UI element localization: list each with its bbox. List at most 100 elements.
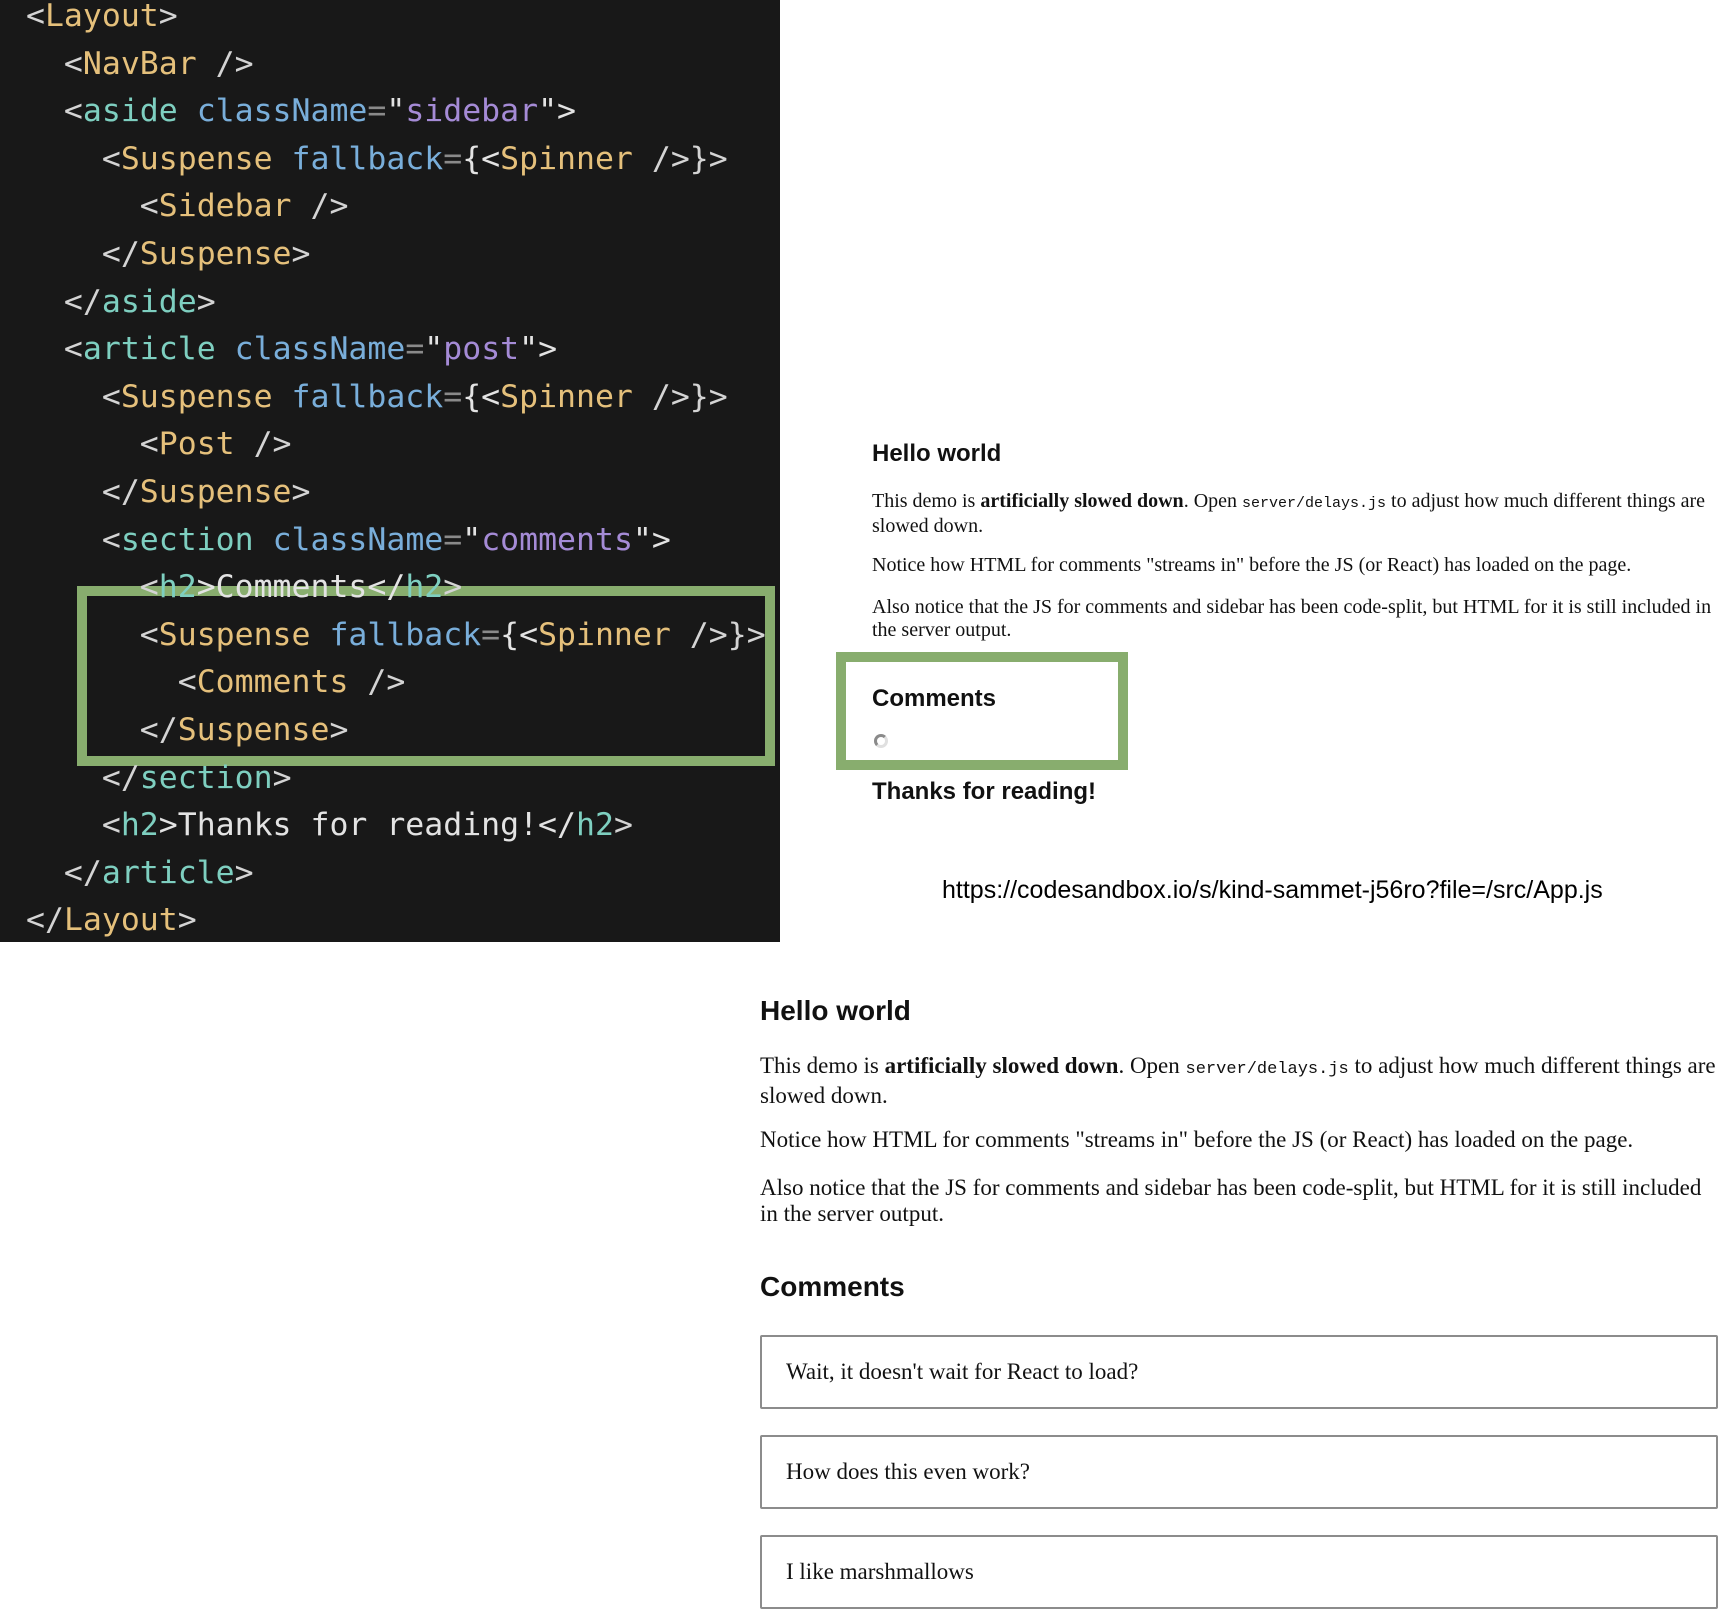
code-token: < [26,616,159,653]
code-token: > [329,712,349,748]
intro-paragraph: This demo is artificially slowed down. O… [872,490,1706,537]
code-token: = [443,378,463,415]
code-token: = [443,140,463,177]
code-token: />}> [632,140,728,177]
code-token: Suspense [120,140,273,177]
code-line: </section> [26,754,292,802]
also-paragraph: Also notice that the JS for comments and… [760,1175,1702,1226]
code-line: </Suspense> [26,706,349,754]
code-token: Suspense [139,474,292,510]
code-token: Layout [44,0,159,34]
code-token: " [424,331,444,368]
spinner-icon [874,734,888,748]
code-token: /> [348,664,406,701]
comment-card: Wait, it doesn't wait for React to load? [760,1335,1718,1409]
code-token: </ [26,283,102,320]
code-token: Post [158,426,235,463]
code-token: = [367,93,387,130]
code-token: Suspense [177,712,330,748]
code-line: <Suspense fallback={<Spinner />}> [26,135,728,183]
notice-paragraph: Notice how HTML for comments "streams in… [760,1127,1634,1152]
also-paragraph: Also notice that the JS for comments and… [872,596,1712,641]
code-line: <Comments /> [26,658,406,706]
code-token: </ [26,712,178,748]
code-token: Spinner [538,616,671,653]
code-token: h2 [158,569,197,606]
code-token: Suspense [120,378,273,415]
code-token: = [405,331,425,368]
code-token: NavBar [82,45,197,82]
page-title: Hello world [760,995,911,1026]
code-token: section [120,521,254,558]
page-title: Hello world [872,440,1002,467]
code-token: h2 [576,807,614,844]
code-token: < [26,331,83,368]
code-token: post [443,331,520,368]
code-token: > [613,807,633,844]
code-token: > [177,902,197,939]
code-token: fallback [291,140,444,177]
code-token: </ [26,474,140,510]
code-token: </ [26,854,102,891]
code-line: <Layout> [26,0,178,40]
code-line: <h2>Comments</h2> [26,563,462,611]
code-token: className [234,331,406,368]
code-token: < [26,426,159,463]
code-token: </ [26,236,140,272]
code-token: {< [500,616,539,653]
code-token: fallback [291,378,444,415]
code-token: >Thanks for reading!</ [158,807,576,844]
code-token: sidebar [405,93,539,130]
code-token: "> [519,331,558,368]
comments-heading: Comments [760,1271,905,1302]
code-line: </Suspense> [26,230,311,278]
code-token: < [26,664,197,701]
code-token: " [386,93,406,130]
code-line: <aside className="sidebar"> [26,87,576,135]
code-token: h2 [120,807,159,844]
code-token: aside [101,283,197,320]
code-token: < [26,0,45,34]
code-token: </ [26,902,64,939]
thanks-section: Thanks for reading! [872,778,1096,806]
thanks-heading: Thanks for reading! [872,778,1097,805]
code-token: < [26,45,83,82]
code-token: /> [234,426,292,463]
code-token: </ [26,759,140,796]
code-token: /> [196,45,254,82]
code-token: > [443,569,463,606]
code-token: aside [82,93,178,130]
code-token: Layout [63,902,178,939]
code-token: Suspense [139,236,292,272]
code-token: >Comments</ [196,569,406,606]
code-token: {< [462,140,501,177]
codesandbox-url[interactable]: https://codesandbox.io/s/kind-sammet-j56… [942,876,1603,905]
code-token: h2 [405,569,444,606]
code-token: " [462,521,482,558]
code-token: > [291,236,311,272]
code-token: < [26,378,121,415]
notice-paragraph: Notice how HTML for comments "streams in… [872,554,1632,576]
code-line: <Suspense fallback={<Spinner />}> [26,611,766,659]
code-token: > [272,759,292,796]
code-token: comments [481,521,633,558]
comments-loading-section: Comments [872,685,996,713]
code-token: > [158,0,178,34]
code-line: <h2>Thanks for reading!</h2> [26,801,633,849]
code-token: < [26,569,159,606]
code-token: {< [462,378,501,415]
code-token: "> [538,93,577,130]
code-token: className [196,93,368,130]
code-token: > [291,474,311,510]
code-token: className [272,521,444,558]
code-token: article [101,854,235,891]
code-line: </Layout> [26,896,197,942]
comment-card: How does this even work? [760,1435,1718,1509]
code-line: </Suspense> [26,468,311,516]
code-line: </aside> [26,278,216,326]
